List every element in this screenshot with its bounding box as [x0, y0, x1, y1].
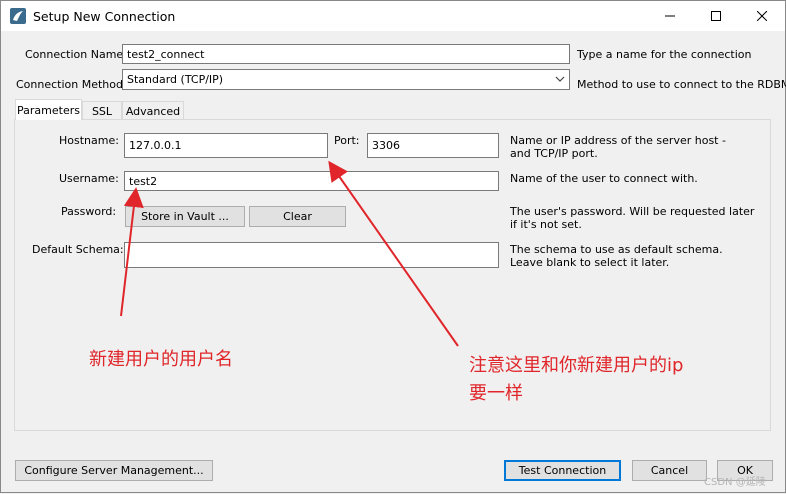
test-connection-button[interactable]: Test Connection: [504, 460, 621, 481]
cancel-button[interactable]: Cancel: [632, 460, 707, 481]
annotation-arrows: [120, 160, 459, 347]
ip-annotation-line1: 注意这里和你新建用户的ip: [469, 355, 684, 376]
username-arrow: [120, 187, 144, 317]
tab-parameters[interactable]: Parameters: [15, 99, 82, 120]
tab-parameters-label: Parameters: [17, 103, 80, 117]
configure-server-management-button[interactable]: Configure Server Management...: [15, 460, 213, 481]
hostname-arrow: [328, 160, 459, 347]
ip-annotation-line2: 要一样: [469, 383, 523, 404]
watermark: CSDN @延陵: [704, 477, 766, 488]
username-annotation: 新建用户的用户名: [89, 349, 233, 370]
setup-connection-window: Setup New Connection Connection Name: te…: [0, 0, 786, 493]
